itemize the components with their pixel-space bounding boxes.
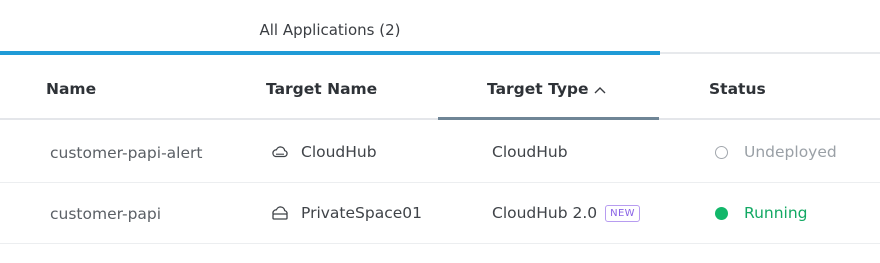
tab-bar-divider xyxy=(660,52,880,54)
target-name: CloudHub xyxy=(301,143,377,161)
tab-bar: All Applications (2) xyxy=(0,0,880,56)
tab-all-applications-label: All Applications (2) xyxy=(259,21,401,39)
private-space-icon xyxy=(271,205,289,221)
status-cell: Running xyxy=(715,183,808,243)
tab-all-applications[interactable]: All Applications (2) xyxy=(0,0,660,56)
table-row[interactable]: customer-papi-alert CloudHub CloudHub Un… xyxy=(0,122,880,183)
status-cell: Undeployed xyxy=(715,122,837,182)
status-label: Undeployed xyxy=(744,143,837,161)
target-type: CloudHub 2.0 xyxy=(492,204,598,222)
sort-ascending-icon xyxy=(594,86,606,94)
table-row[interactable]: customer-papi PrivateSpace01 CloudHub 2.… xyxy=(0,183,880,244)
column-header-target-name[interactable]: Target Name xyxy=(266,56,377,118)
new-badge: NEW xyxy=(605,204,640,222)
target-type-cell: CloudHub 2.0 NEW xyxy=(492,183,640,243)
applications-panel: All Applications (2) Name Target Name Ta… xyxy=(0,0,880,263)
active-tab-indicator xyxy=(0,51,660,55)
target-type: CloudHub xyxy=(492,143,568,161)
app-name[interactable]: customer-papi-alert xyxy=(50,122,202,182)
sorted-column-indicator xyxy=(438,117,659,120)
target-name-cell: PrivateSpace01 xyxy=(271,183,422,243)
status-undeployed-icon xyxy=(715,145,728,159)
column-header-target-type-label: Target Type xyxy=(487,80,589,98)
app-name[interactable]: customer-papi xyxy=(50,183,161,243)
cloud-icon xyxy=(271,144,289,160)
column-header-status[interactable]: Status xyxy=(709,56,766,118)
status-running-icon xyxy=(715,206,728,220)
target-type-cell: CloudHub xyxy=(492,122,568,182)
column-header-name[interactable]: Name xyxy=(46,56,96,118)
target-name-cell: CloudHub xyxy=(271,122,377,182)
target-name: PrivateSpace01 xyxy=(301,204,422,222)
column-header-target-type[interactable]: Target Type xyxy=(438,56,659,118)
table-header: Name Target Name Target Type Status xyxy=(0,56,880,120)
status-label: Running xyxy=(744,204,808,222)
